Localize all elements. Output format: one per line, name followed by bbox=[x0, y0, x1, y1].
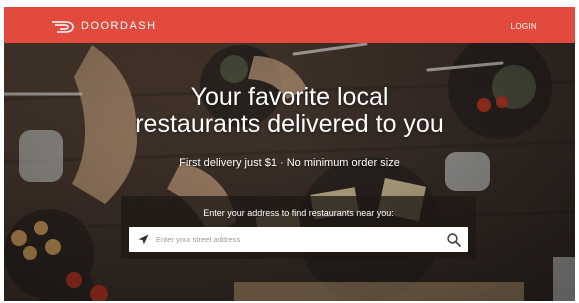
hero-title-line-2: restaurants delivered to you bbox=[135, 110, 444, 138]
search-icon[interactable] bbox=[446, 232, 462, 248]
login-link[interactable]: LOGIN bbox=[511, 22, 537, 31]
top-navigation-bar: DOORDASH LOGIN bbox=[4, 7, 575, 43]
brand-name: DOORDASH bbox=[81, 20, 157, 32]
location-arrow-icon bbox=[138, 234, 149, 245]
hero-subtitle: First delivery just $1 · No minimum orde… bbox=[179, 157, 400, 169]
doordash-logo[interactable]: DOORDASH bbox=[51, 18, 157, 34]
doordash-logo-icon bbox=[52, 21, 74, 33]
hero-title-line-1: Your favorite local bbox=[190, 83, 389, 111]
street-address-input[interactable] bbox=[156, 229, 436, 250]
browser-page: DOORDASH LOGIN Your favorite local resta… bbox=[4, 7, 575, 301]
address-search-bar bbox=[129, 227, 468, 252]
address-search-label: Enter your address to find restaurants n… bbox=[203, 208, 394, 218]
address-search-panel: Enter your address to find restaurants n… bbox=[121, 196, 476, 259]
